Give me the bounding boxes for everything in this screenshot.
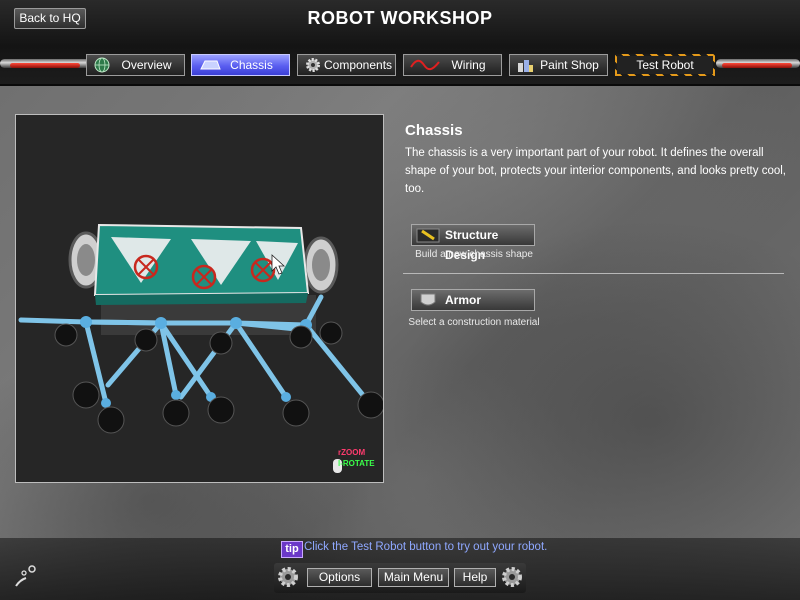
cable-decoration [10,63,80,68]
tab-label: Paint Shop [540,58,599,72]
tab-paint-shop[interactable]: Paint Shop [509,54,608,76]
option-label: Armor [445,293,482,307]
cable-decoration [722,63,792,68]
rotate-hint-label: l-ROTATE [338,459,375,468]
section-description: The chassis is a very important part of … [405,147,786,195]
page-title: ROBOT WORKSHOP [307,8,493,28]
gear-icon [502,567,522,587]
help-button[interactable]: Help [454,568,496,587]
globe-icon [94,57,110,73]
tab-label: Wiring [451,58,486,72]
armor-button[interactable]: Armor [411,289,535,311]
robot-3d-viewport[interactable]: rZOOM l-ROTATE [15,114,384,483]
zoom-hint-label: rZOOM [338,448,366,457]
option-subtitle: Select a construction material [408,317,540,328]
tab-components[interactable]: Components [297,54,396,76]
tab-label: Overview [121,58,172,72]
tab-label: Chassis [230,58,273,72]
tab-chassis[interactable]: Chassis [191,54,290,76]
tip-badge: tip [281,541,303,558]
gear-icon [306,58,320,72]
paint-cans-icon [518,60,533,72]
structure-design-button[interactable]: Structure Design [411,224,535,262]
option-subtitle: Build a new chassis shape [415,249,533,260]
section-title: Chassis [405,122,463,139]
pencil-icon [416,228,440,243]
tab-test-robot[interactable]: Test Robot [615,54,715,76]
divider [403,273,784,274]
options-button[interactable]: Options [307,568,372,587]
wire-icon [410,59,440,71]
armor-plate-icon [420,293,436,306]
tab-label: Test Robot [636,58,694,72]
tab-label: Components [324,58,393,72]
tip-text: Click the Test Robot button to try out y… [304,541,548,553]
robot-model [18,223,383,473]
tab-wiring[interactable]: Wiring [403,54,502,76]
main-menu-button[interactable]: Main Menu [378,568,449,587]
wrench-logo-icon [15,565,36,587]
gear-icon [278,567,298,587]
tab-overview[interactable]: Overview [86,54,185,76]
header-bar: Back to HQ ROBOT WORKSHOP Overview Chass… [0,0,800,86]
